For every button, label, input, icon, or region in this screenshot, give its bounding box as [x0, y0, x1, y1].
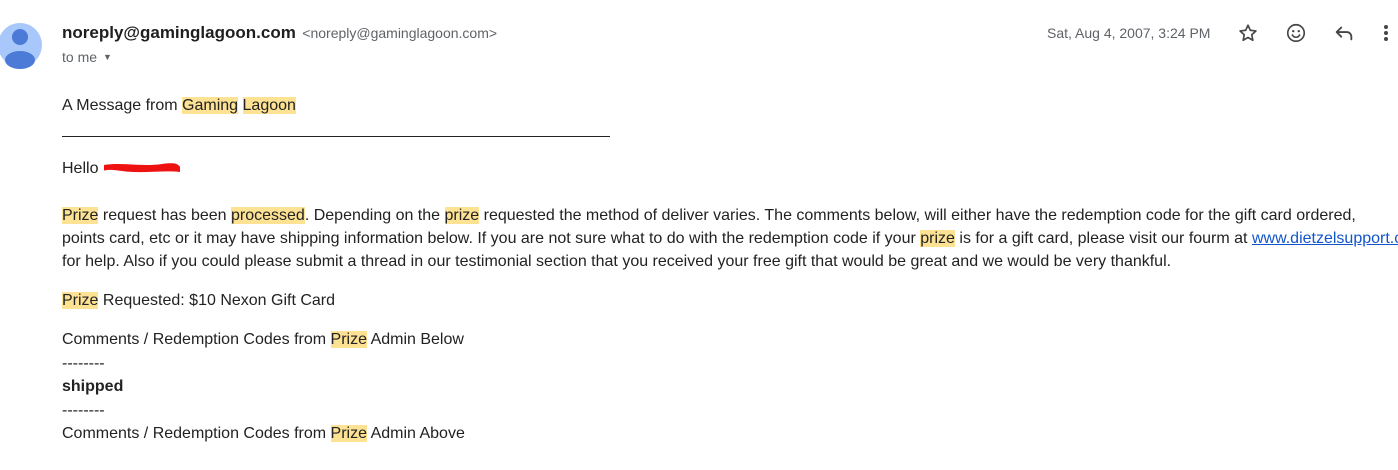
- chevron-down-icon: ▼: [103, 52, 112, 62]
- separator-bottom: --------: [62, 402, 105, 419]
- comments-above-line: Comments / Redemption Codes from Prize A…: [62, 422, 465, 445]
- message-paragraph: Prize request has been processed. Depend…: [62, 204, 1398, 273]
- redaction-mark: [104, 163, 181, 173]
- greeting-line: Hello: [62, 157, 182, 180]
- sender-line: noreply@gaminglagoon.com <noreply@gaming…: [62, 23, 497, 43]
- search-highlight: Gaming: [182, 97, 239, 114]
- reply-icon[interactable]: [1331, 20, 1357, 46]
- search-highlight: Prize: [62, 207, 99, 224]
- comments-below-line: Comments / Redemption Codes from Prize A…: [62, 328, 464, 351]
- recipient-details-toggle[interactable]: to me ▼: [62, 49, 112, 65]
- more-vert-icon[interactable]: [1378, 20, 1394, 46]
- email-date: Sat, Aug 4, 2007, 3:24 PM: [1047, 25, 1211, 41]
- search-highlight: prize: [444, 207, 480, 224]
- search-highlight: Prize: [330, 425, 367, 442]
- emoji-icon[interactable]: [1283, 20, 1309, 46]
- paragraph-text: is for a gift card, please visit our fou…: [954, 230, 1252, 247]
- search-highlight: Prize: [62, 292, 99, 309]
- comments-text: Comments / Redemption Codes from: [62, 331, 331, 348]
- message-heading: A Message from Gaming Lagoon: [62, 94, 296, 117]
- paragraph-text: requested the method of deliver varies. …: [479, 207, 1356, 224]
- divider: [62, 136, 610, 137]
- comments-text: Admin Above: [367, 425, 465, 442]
- sender-email: <noreply@gaminglagoon.com>: [302, 25, 498, 41]
- avatar[interactable]: [0, 20, 44, 70]
- search-highlight: Prize: [330, 331, 367, 348]
- heading-prefix: A Message from: [62, 97, 183, 114]
- recipient-label: to me: [62, 49, 98, 65]
- paragraph-text: for help. Also if you could please submi…: [62, 253, 1172, 270]
- comments-text: Comments / Redemption Codes from: [62, 425, 331, 442]
- comments-text: Admin Below: [367, 331, 464, 348]
- paragraph-text: request has been: [98, 207, 231, 224]
- support-link[interactable]: www.dietzelsupport.com: [1252, 230, 1398, 247]
- sender-name[interactable]: noreply@gaminglagoon.com: [62, 23, 296, 42]
- star-icon[interactable]: [1235, 20, 1261, 46]
- paragraph-text: points card, etc or it may have shipping…: [62, 230, 921, 247]
- paragraph-text: . Depending on the: [304, 207, 445, 224]
- prize-requested-text: Requested: $10 Nexon Gift Card: [98, 292, 336, 309]
- search-highlight: processed: [231, 207, 305, 224]
- search-highlight: prize: [920, 230, 955, 247]
- separator-top: --------: [62, 355, 105, 372]
- status-text: shipped: [62, 378, 124, 395]
- greeting: Hello: [62, 160, 99, 177]
- prize-requested-line: Prize Requested: $10 Nexon Gift Card: [62, 289, 335, 312]
- search-highlight: Lagoon: [242, 97, 296, 114]
